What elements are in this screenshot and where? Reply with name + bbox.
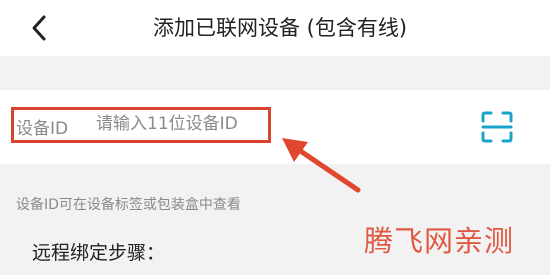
- device-id-hint: 设备ID可在设备标签或包装盒中查看: [16, 197, 241, 213]
- scan-button[interactable]: [480, 110, 514, 144]
- scan-qr-icon: [481, 111, 513, 143]
- back-button[interactable]: [22, 10, 58, 46]
- watermark-text: 腾飞网亲测: [364, 224, 515, 258]
- device-id-row: 设备ID: [0, 90, 550, 164]
- steps-heading: 远程绑定步骤：: [32, 242, 166, 264]
- device-id-input[interactable]: [96, 111, 356, 137]
- chevron-left-icon: [32, 15, 46, 41]
- header-bar: 添加已联网设备 (包含有线): [0, 0, 550, 56]
- section-gap: [0, 56, 550, 90]
- page-title: 添加已联网设备 (包含有线): [152, 16, 408, 40]
- device-id-label: 设备ID: [16, 119, 69, 139]
